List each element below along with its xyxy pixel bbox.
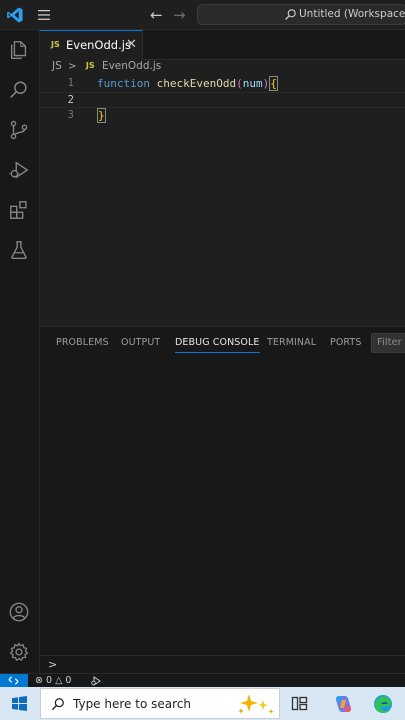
search-icon [285, 9, 296, 20]
search-icon[interactable] [8, 79, 30, 101]
line-number: 1 [67, 77, 74, 89]
error-count: 0 [46, 675, 53, 686]
error-circle-icon: ⊗ [35, 675, 43, 686]
warning-triangle-icon: △ [55, 675, 63, 686]
source-control-icon[interactable] [8, 119, 30, 141]
code-text: } [97, 108, 106, 123]
tab-label: EvenOdd.js [66, 38, 131, 52]
remote-indicator[interactable] [0, 674, 28, 688]
code-keyword: function [97, 77, 150, 90]
status-bar: ⊗ 0 △ 0 [0, 673, 405, 688]
activity-bar [0, 30, 40, 673]
line-number: 3 [67, 109, 74, 121]
line-number: 2 [67, 94, 74, 106]
close-icon[interactable]: ✕ [126, 37, 137, 52]
settings-gear-icon[interactable] [8, 641, 30, 663]
task-view-icon[interactable] [291, 695, 308, 712]
tab-output[interactable]: OUTPUT [121, 337, 160, 348]
code-paren-open: ( [236, 77, 243, 90]
vscode-logo-icon[interactable] [6, 6, 24, 24]
tab-evenodd-js[interactable]: JS EvenOdd.js ✕ [40, 30, 143, 60]
account-icon[interactable] [8, 601, 30, 623]
code-brace-close: } [97, 108, 106, 123]
tab-terminal[interactable]: TERMINAL [267, 337, 316, 348]
code-editor[interactable]: 1 function checkEvenOdd(num){ 2 3 } [40, 76, 405, 326]
extensions-icon[interactable] [8, 199, 30, 221]
edge-browser-icon[interactable] [373, 694, 393, 714]
js-file-icon: JS [85, 61, 95, 70]
js-file-icon: JS [51, 40, 60, 49]
windows-start-icon[interactable] [12, 696, 27, 711]
tab-debug-console[interactable]: DEBUG CONSOLE [175, 337, 260, 353]
breadcrumb-folder[interactable]: JS [52, 60, 62, 72]
run-and-debug-icon[interactable] [8, 159, 30, 181]
warning-count: 0 [65, 675, 72, 686]
forward-arrow-icon[interactable]: → [173, 7, 186, 23]
debug-icon[interactable] [90, 675, 102, 687]
filter-placeholder: Filter ( [377, 337, 405, 348]
search-highlight-sparkle-icon[interactable] [233, 692, 277, 716]
workspace-name: Untitled (Workspace) [299, 8, 405, 20]
debug-console-input[interactable]: > [40, 655, 405, 674]
filter-input[interactable]: Filter ( [371, 333, 405, 353]
command-center-search[interactable]: Untitled (Workspace) [197, 4, 405, 25]
taskbar-search-placeholder: Type here to search [73, 697, 191, 711]
taskbar-search-input[interactable]: Type here to search [40, 688, 280, 719]
tab-problems[interactable]: PROBLEMS [56, 337, 109, 348]
chevron-right-icon: > [68, 61, 77, 72]
code-line[interactable]: 3 } [40, 108, 405, 124]
editor-tabs: JS EvenOdd.js ✕ [40, 30, 405, 60]
remote-icon [8, 676, 19, 685]
breadcrumb: JS > JS EvenOdd.js [52, 60, 161, 76]
search-icon [51, 698, 64, 711]
code-param: num [242, 77, 263, 90]
tab-ports[interactable]: PORTS [330, 337, 361, 348]
chevron-right-icon: > [48, 658, 58, 671]
back-arrow-icon[interactable]: ← [150, 7, 163, 23]
hamburger-menu-icon[interactable] [36, 7, 52, 23]
copilot-icon[interactable] [333, 694, 353, 714]
breadcrumb-file[interactable]: EvenOdd.js [102, 60, 161, 72]
problems-indicator[interactable]: ⊗ 0 △ 0 [35, 675, 71, 686]
code-line-current[interactable]: 2 [40, 92, 405, 108]
code-line[interactable]: 1 function checkEvenOdd(num){ [40, 76, 405, 92]
code-text: function checkEvenOdd(num){ [97, 76, 278, 91]
title-bar: ← → Untitled (Workspace) [0, 0, 405, 30]
code-brace-open: { [269, 76, 278, 91]
windows-taskbar: Type here to search [0, 687, 405, 720]
code-function-name: checkEvenOdd [156, 77, 237, 90]
bottom-panel: PROBLEMS OUTPUT DEBUG CONSOLE TERMINAL P… [40, 326, 405, 673]
explorer-icon[interactable] [8, 39, 30, 61]
testing-flask-icon[interactable] [8, 239, 30, 261]
